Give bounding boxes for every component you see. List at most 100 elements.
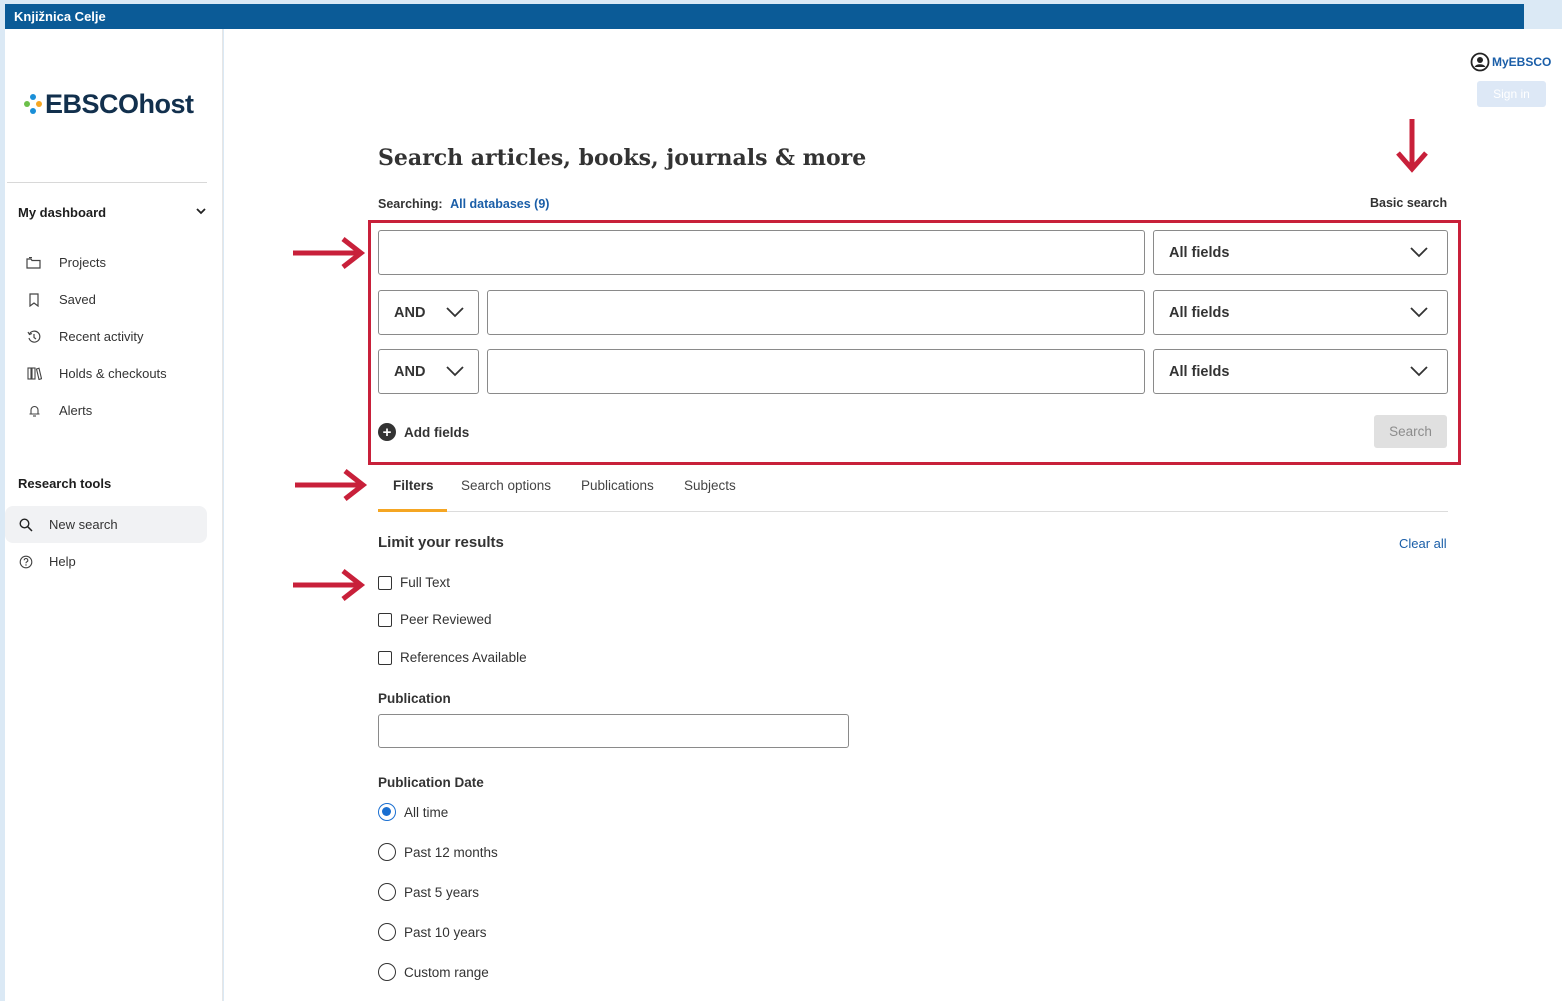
sidebar-item-alerts[interactable]: Alerts	[5, 392, 207, 429]
books-icon	[25, 366, 43, 382]
publication-field[interactable]	[379, 715, 848, 747]
radio-custom-range[interactable]: Custom range	[378, 963, 489, 981]
research-tools-heading: Research tools	[18, 476, 112, 491]
checkbox-label: Peer Reviewed	[400, 612, 492, 627]
search-term-input-2[interactable]	[487, 290, 1145, 335]
bell-icon	[25, 403, 43, 419]
my-dashboard-heading[interactable]: My dashboard	[18, 205, 106, 220]
searching-line: Searching: All databases (9)	[378, 197, 549, 211]
radio-label: Custom range	[404, 964, 489, 980]
institution-name: Knjižnica Celje	[14, 9, 106, 24]
history-icon	[25, 329, 43, 345]
checkbox-full-text[interactable]: Full Text	[378, 575, 450, 590]
field-select-2[interactable]: All fields	[1153, 290, 1448, 335]
basic-search-link[interactable]: Basic search	[1370, 196, 1447, 210]
sidebar-item-label: New search	[49, 517, 118, 532]
checkbox-label: Full Text	[400, 575, 451, 590]
search-term-input-1[interactable]	[378, 230, 1145, 275]
plus-circle-icon: +	[378, 423, 396, 441]
bookmark-icon	[25, 292, 43, 308]
sidebar-item-label: Help	[49, 554, 76, 569]
logo-mark-icon	[24, 93, 43, 116]
chevron-down-icon	[1410, 366, 1428, 377]
sign-in-button[interactable]: Sign in	[1477, 81, 1546, 107]
radio-button[interactable]	[378, 843, 396, 861]
publication-input[interactable]	[378, 714, 849, 748]
sidebar-item-projects[interactable]: Projects	[5, 244, 207, 281]
sidebar-item-label: Recent activity	[59, 329, 144, 344]
search-term-input-3[interactable]	[487, 349, 1145, 394]
ebscohost-logo[interactable]: EBSCOhost	[24, 89, 194, 120]
add-fields-button[interactable]: + Add fields	[378, 423, 469, 441]
radio-all-time[interactable]: All time	[378, 803, 448, 821]
right-arrow-annotation-icon	[295, 469, 368, 501]
sidebar-item-label: Projects	[59, 255, 106, 270]
checkbox-box[interactable]	[378, 650, 392, 665]
main-content: MyEBSCO Sign in Search articles, books, …	[224, 29, 1562, 1001]
radio-past-5-years[interactable]: Past 5 years	[378, 883, 479, 901]
checkbox-peer-reviewed[interactable]: Peer Reviewed	[378, 612, 492, 627]
radio-button[interactable]	[378, 963, 396, 981]
sidebar-item-new-search[interactable]: New search	[5, 506, 207, 543]
chevron-down-icon[interactable]	[195, 205, 207, 217]
all-databases-link[interactable]: All databases (9)	[450, 197, 549, 211]
radio-button[interactable]	[378, 923, 396, 941]
sidebar: EBSCOhost My dashboard Projects Saved Re…	[5, 29, 223, 1001]
limit-results-heading: Limit your results	[378, 534, 504, 551]
field-select-1[interactable]: All fields	[1153, 230, 1448, 275]
down-arrow-annotation-icon	[1396, 119, 1428, 173]
radio-button[interactable]	[378, 803, 396, 821]
myebsco-label: MyEBSCO	[1492, 55, 1552, 69]
radio-label: Past 10 years	[404, 924, 487, 940]
checkbox-references-available[interactable]: References Available	[378, 650, 527, 665]
clear-all-link[interactable]: Clear all	[1399, 536, 1447, 551]
search-term-field-2[interactable]	[488, 291, 1144, 334]
field-select-value: All fields	[1169, 363, 1230, 380]
radio-label: All time	[404, 804, 449, 820]
sidebar-item-saved[interactable]: Saved	[5, 281, 207, 318]
search-button[interactable]: Search	[1374, 415, 1447, 448]
field-select-3[interactable]: All fields	[1153, 349, 1448, 394]
search-term-field-1[interactable]	[379, 231, 1144, 274]
chevron-down-icon	[1410, 307, 1428, 318]
tab-publications[interactable]: Publications	[581, 478, 654, 493]
sidebar-item-holds-checkouts[interactable]: Holds & checkouts	[5, 355, 207, 392]
active-tab-indicator	[378, 509, 447, 512]
tab-filters[interactable]: Filters	[393, 478, 434, 493]
tab-search-options[interactable]: Search options	[461, 478, 551, 493]
user-account-icon	[1470, 52, 1490, 72]
tab-subjects[interactable]: Subjects	[684, 478, 736, 493]
boolean-operator-select-2[interactable]: AND	[378, 290, 479, 335]
folder-icon	[25, 255, 43, 271]
filter-tabs: Filters Search options Publications Subj…	[378, 472, 1448, 512]
right-arrow-annotation-icon	[293, 237, 366, 269]
sidebar-divider	[7, 182, 207, 183]
chevron-down-icon	[446, 366, 464, 377]
field-select-value: All fields	[1169, 304, 1230, 321]
checkbox-label: References Available	[400, 650, 527, 665]
myebsco-link[interactable]: MyEBSCO	[1470, 52, 1551, 72]
sidebar-item-recent-activity[interactable]: Recent activity	[5, 318, 207, 355]
add-fields-label: Add fields	[404, 424, 470, 440]
field-select-value: All fields	[1169, 244, 1230, 261]
page-title: Search articles, books, journals & more	[378, 145, 867, 171]
radio-past-12-months[interactable]: Past 12 months	[378, 843, 498, 861]
radio-button[interactable]	[378, 883, 396, 901]
sidebar-item-label: Holds & checkouts	[59, 366, 167, 381]
logo-text: EBSCOhost	[45, 89, 194, 119]
checkbox-box[interactable]	[378, 612, 392, 627]
searching-label: Searching:	[378, 197, 443, 211]
right-arrow-annotation-icon	[293, 569, 366, 601]
search-icon	[17, 517, 35, 533]
radio-past-10-years[interactable]: Past 10 years	[378, 923, 487, 941]
search-term-field-3[interactable]	[488, 350, 1144, 393]
boolean-operator-select-3[interactable]: AND	[378, 349, 479, 394]
publication-label: Publication	[378, 691, 451, 706]
radio-label: Past 12 months	[404, 844, 498, 860]
sidebar-item-help[interactable]: Help	[5, 543, 207, 580]
radio-label: Past 5 years	[404, 884, 480, 900]
checkbox-box[interactable]	[378, 575, 392, 590]
institution-bar: Knjižnica Celje	[5, 4, 1524, 29]
chevron-down-icon	[1410, 247, 1428, 258]
chevron-down-icon	[446, 307, 464, 318]
